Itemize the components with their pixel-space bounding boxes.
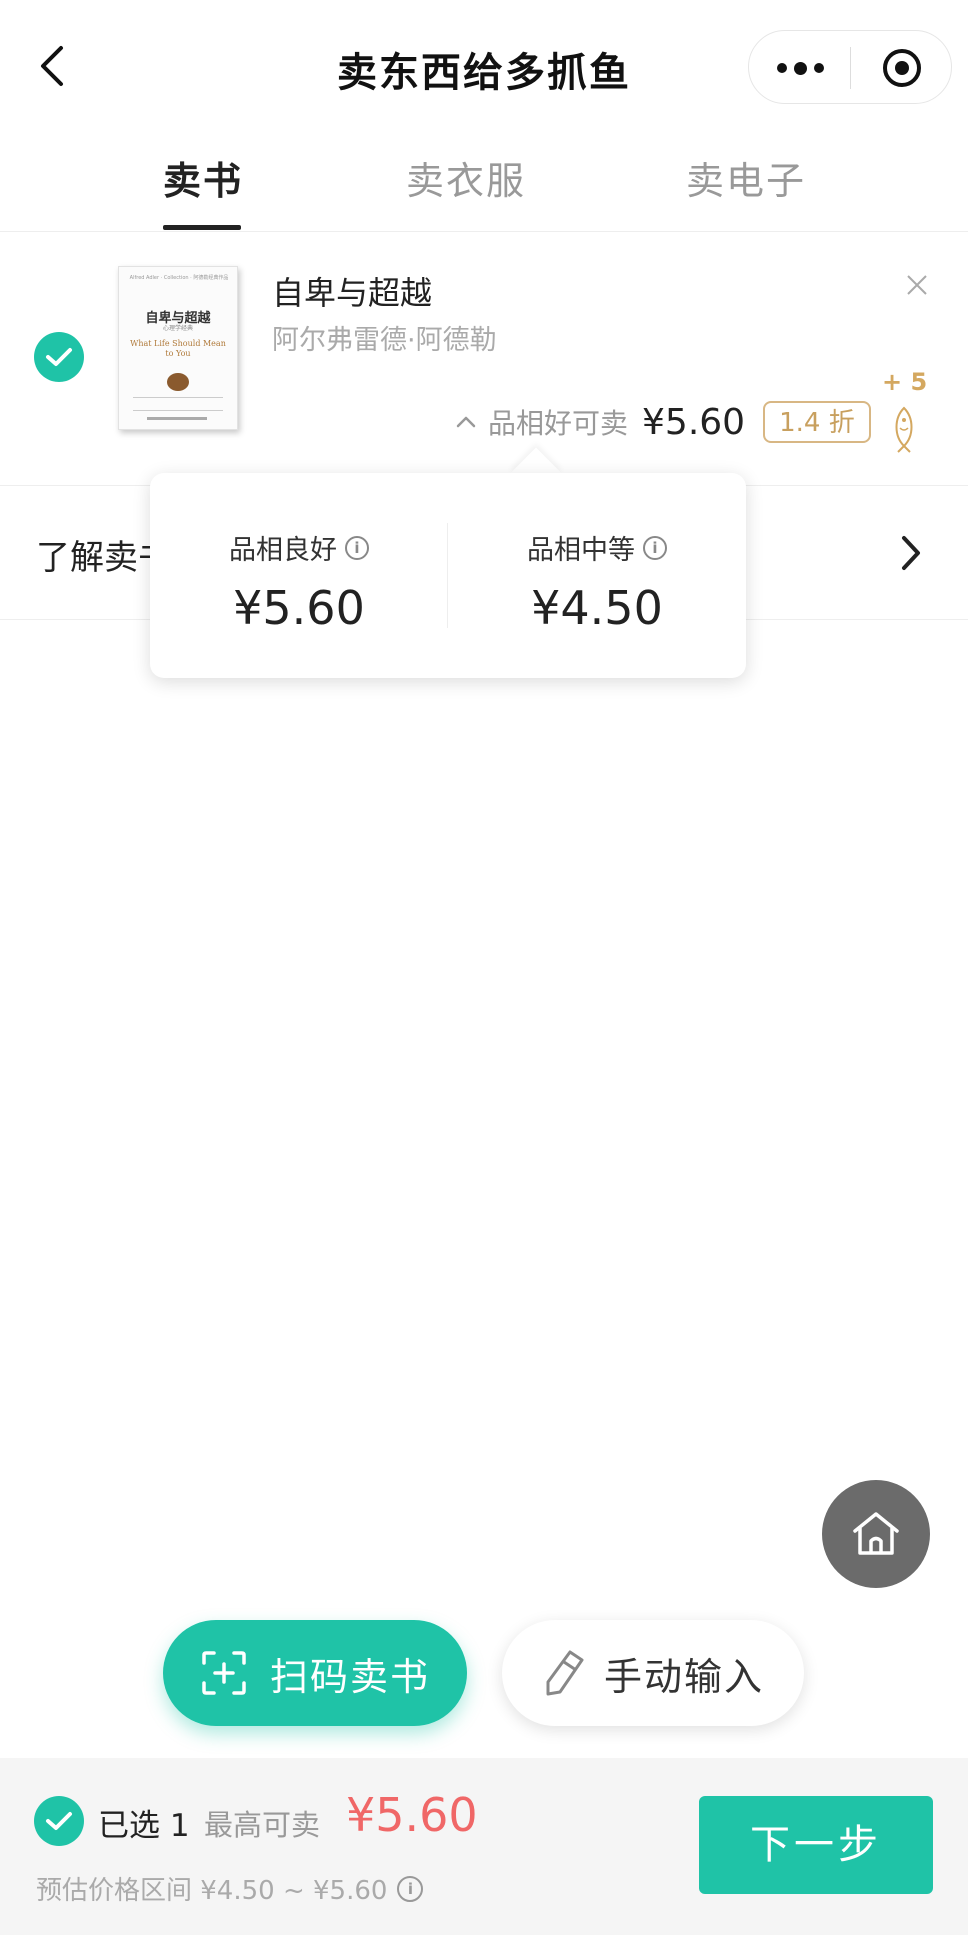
condition-label: 品相好可卖: [488, 407, 629, 440]
manual-input-label: 手动输入: [603, 1654, 764, 1699]
more-dots-icon: [776, 63, 787, 73]
condition-good-option[interactable]: 品相良好 i ¥5.60: [150, 528, 448, 635]
condition-selector[interactable]: 品相好可卖 ¥5.60 1.4 折: [452, 400, 871, 444]
chevron-right-icon: [902, 536, 920, 570]
book-item: Alfred Adler · Collection · 阿德勒经典作品 自卑与超…: [0, 232, 968, 486]
home-icon: [853, 1512, 899, 1555]
header-bar: 卖东西给多抓鱼: [0, 0, 968, 130]
miniprogram-capsule: [748, 30, 952, 104]
info-icon[interactable]: i: [345, 535, 369, 560]
price-range-text: 预估价格区间 ¥4.50 ~ ¥5.60: [36, 1876, 388, 1906]
discount-badge: 1.4 折: [763, 401, 871, 443]
book-price: ¥5.60: [642, 401, 746, 443]
price-range: 预估价格区间 ¥4.50 ~ ¥5.60 i: [36, 1870, 424, 1907]
coin-bonus-text: + 5: [882, 368, 928, 396]
condition-medium-label: 品相中等: [527, 535, 635, 566]
cover-english-title: What Life Should Mean to You: [130, 339, 226, 358]
tab-sell-clothes[interactable]: 卖衣服: [406, 150, 526, 205]
condition-medium-option[interactable]: 品相中等 i ¥4.50: [448, 528, 746, 635]
book-cover-image: Alfred Adler · Collection · 阿德勒经典作品 自卑与超…: [118, 266, 238, 430]
close-miniprogram-button[interactable]: [851, 31, 953, 105]
scan-icon: [202, 1651, 246, 1695]
scan-sell-label: 扫码卖书: [269, 1654, 430, 1699]
selected-count: 已选 1: [98, 1808, 190, 1844]
tab-sell-electronics[interactable]: 卖电子: [686, 150, 806, 205]
check-icon: [46, 348, 72, 366]
book-author: 阿尔弗雷德·阿德勒: [272, 325, 497, 356]
book-select-checkbox[interactable]: [34, 332, 84, 382]
more-button[interactable]: [749, 31, 851, 105]
checkout-bar: 已选 1 最高可卖 ¥5.60 预估价格区间 ¥4.50 ~ ¥5.60 i 下…: [0, 1758, 968, 1935]
select-all-checkbox[interactable]: [34, 1796, 84, 1846]
target-circle-icon: [883, 49, 921, 87]
sell-page: 卖东西给多抓鱼 卖书 卖衣服 卖电子 Alfred Adler · Collec…: [0, 0, 968, 1935]
fish-coin-bonus: + 5: [878, 368, 928, 458]
close-icon: [907, 275, 927, 295]
manual-input-button[interactable]: 手动输入: [502, 1620, 804, 1726]
book-title: 自卑与超越: [272, 274, 433, 312]
info-icon[interactable]: i: [397, 1875, 424, 1902]
scan-sell-button[interactable]: 扫码卖书: [163, 1620, 467, 1726]
info-icon[interactable]: i: [643, 535, 667, 560]
check-icon: [46, 1812, 72, 1830]
tab-sell-books[interactable]: 卖书: [163, 150, 243, 205]
condition-medium-price: ¥4.50: [531, 581, 663, 635]
condition-good-price: ¥5.60: [233, 581, 365, 635]
condition-good-label: 品相良好: [229, 535, 337, 566]
home-button[interactable]: [822, 1480, 930, 1588]
active-tab-indicator: [163, 225, 241, 230]
condition-price-popup: 品相良好 i ¥5.60 品相中等 i ¥4.50: [150, 473, 746, 678]
max-sell-price: ¥5.60: [346, 1788, 478, 1842]
max-sell-label: 最高可卖: [204, 1808, 321, 1842]
next-step-button[interactable]: 下一步: [699, 1796, 933, 1894]
category-tabs: 卖书 卖衣服 卖电子: [0, 140, 968, 232]
chevron-up-icon: [456, 416, 476, 428]
fish-icon: [895, 406, 913, 453]
pencil-icon: [546, 1650, 584, 1696]
remove-book-button[interactable]: [902, 270, 932, 300]
